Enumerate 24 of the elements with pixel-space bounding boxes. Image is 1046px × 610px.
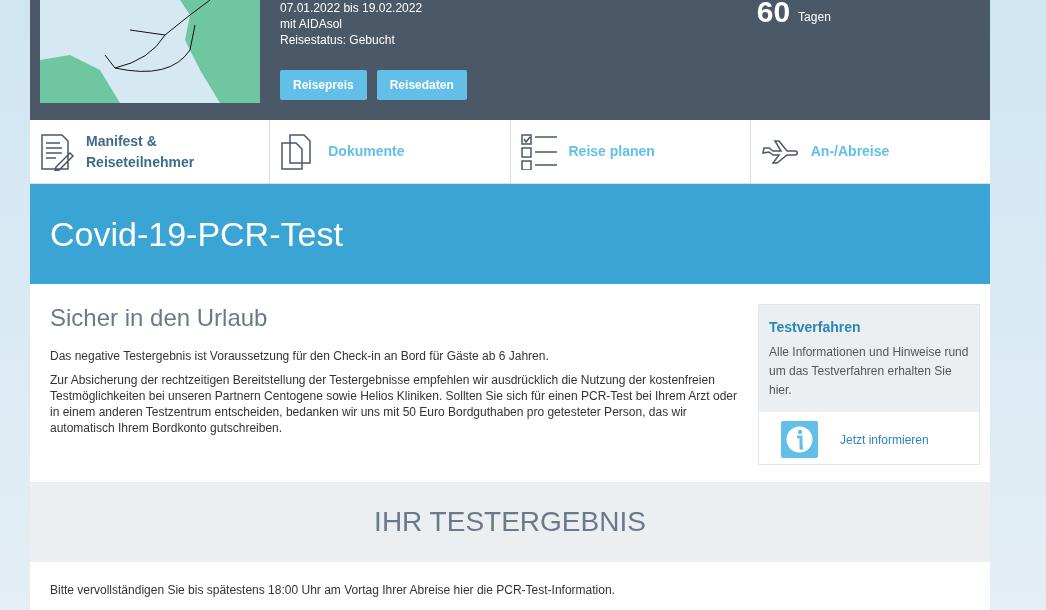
info-title: Testverfahren <box>769 319 862 335</box>
airplane-icon <box>760 138 801 165</box>
info-link[interactable]: Jetzt informieren <box>840 432 929 447</box>
nav-tab[interactable]: Manifest & Reiseteilnehmer <box>30 120 271 183</box>
paragraph: Das negative Testergebnis ist Voraussetzung für den Check-in an Bord für Gäste ab 6 Jahren. <box>50 348 550 364</box>
instruction-text: Bitte vervollständigen Sie bis spätestens 18:00 Uhr am Vortag Ihrer Abreise hier die PCR-Test-Information. <box>50 582 616 598</box>
section-heading: Sicher in den Urlaub <box>50 304 269 332</box>
paragraph: Zur Absicherung der rechtzeitigen Bereitstellung der Testergebnisse empfehlen wir ausdrücklich die Nutzung der kostenfreien Testmöglichkeiten bei unseren Partnern Centogene sowie Helios Kliniken. Sollten Sie sich für einen PCR-Test bei Ihrem Arzt oder in einem anderen Testzentrum entscheiden, bedanken wir uns mit 50 Euro Bordguthaben pro getesteter Person, das wir automatisch Ihrem Bordkonto gutschreiben. <box>50 372 738 436</box>
checklist-icon <box>520 133 559 170</box>
countdown-unit: Tagen <box>798 10 831 24</box>
info-text: Alle Informationen und Hinweise rund um das Testverfahren erhalten Sie hier. <box>769 344 969 399</box>
trip-button[interactable]: Reisepreis <box>280 70 367 100</box>
countdown-number: 60 <box>756 0 791 24</box>
page-title: Covid-19-PCR-Test <box>50 214 343 254</box>
trip-dates: 07.01.2022 bis 19.02.2022 <box>280 0 424 16</box>
info-icon <box>781 421 818 458</box>
nav-tab[interactable]: Reise planen <box>510 120 751 183</box>
booking-status: Reisestatus: Gebucht <box>280 32 396 48</box>
trip-button[interactable]: Reisedaten <box>376 70 467 100</box>
nav-tab[interactable]: Dokumente <box>270 120 511 183</box>
document-pen-icon <box>40 132 76 171</box>
nav-tab[interactable]: An-/Abreise <box>750 120 990 183</box>
ship-name: mit AIDAsol <box>280 16 343 32</box>
result-heading: IHR TESTERGEBNIS <box>374 506 646 538</box>
